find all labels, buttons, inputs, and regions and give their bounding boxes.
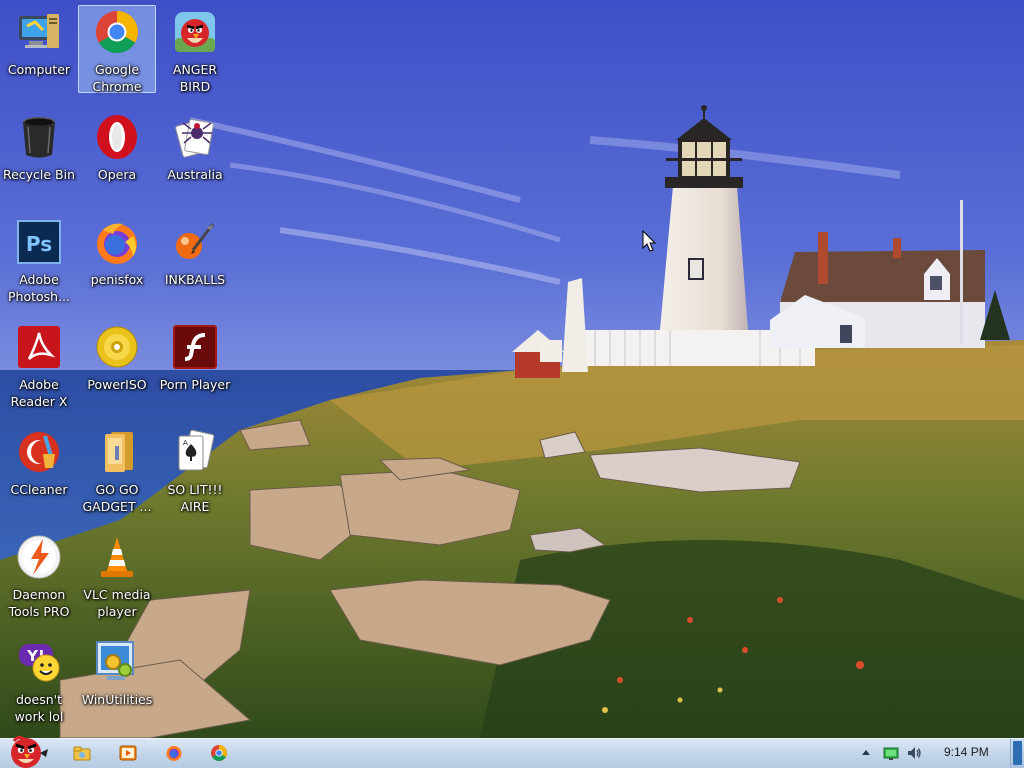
icon-label: INKBALLS — [164, 272, 226, 287]
desktop-icon-google-chrome[interactable]: Google Chrome — [78, 5, 156, 94]
chrome-icon — [93, 8, 141, 56]
firefox-icon — [166, 746, 182, 761]
desktop-icon-go-go-gadget[interactable]: GO GO GADGET ... — [78, 425, 156, 514]
icon-label: GO GO GADGET ... — [82, 482, 152, 514]
icon-label: Porn Player — [159, 377, 231, 392]
mouse-pointer-icon — [642, 230, 657, 252]
desktop-icon-so-lit-aire[interactable]: A SO LIT!!! AIRE — [156, 425, 234, 514]
spider-solitaire-icon — [171, 113, 219, 161]
icon-label: PowerISO — [87, 377, 147, 392]
desktop-icon-vlc[interactable]: VLC media player — [78, 530, 156, 619]
show-desktop-indicator — [1013, 741, 1022, 765]
daemon-tools-icon — [15, 533, 63, 581]
desktop-icon-daemon-tools[interactable]: Daemon Tools PRO — [0, 530, 78, 619]
photoshop-icon: Ps — [15, 218, 63, 266]
taskbar-chrome[interactable] — [207, 742, 231, 764]
icon-label: ANGER BIRD — [172, 62, 218, 94]
icon-label: Adobe Reader X — [10, 377, 68, 409]
firefox-icon — [93, 218, 141, 266]
desktop-icon-australia[interactable]: Australia — [156, 110, 234, 198]
icon-label: CCleaner — [10, 482, 68, 497]
desktop-icon-anger-bird[interactable]: ANGER BIRD — [156, 5, 234, 94]
icon-label: WinUtilities — [81, 692, 153, 707]
taskbar-clock[interactable]: 9:14 PM — [944, 745, 989, 759]
poweriso-icon — [93, 323, 141, 371]
desktop-icon-yahoo-messenger[interactable]: Y! doesn't work lol — [0, 635, 78, 724]
desktop-icon-firefox[interactable]: penisfox — [78, 215, 156, 303]
desktop-icon-winutilities[interactable]: WinUtilities — [78, 635, 156, 723]
desktop-icon-adobe-reader[interactable]: Adobe Reader X — [0, 320, 78, 409]
start-button[interactable] — [2, 733, 50, 769]
icon-label: Daemon Tools PRO — [8, 587, 70, 619]
media-player-icon — [119, 745, 137, 761]
adobe-reader-icon — [15, 323, 63, 371]
svg-text:Ps: Ps — [26, 232, 52, 256]
solitaire-icon: A — [171, 428, 219, 476]
taskbar: 9:14 PM — [0, 735, 1024, 768]
desktop-icon-inkballs[interactable]: INKBALLS — [156, 215, 234, 303]
desktop-icon-ccleaner[interactable]: CCleaner — [0, 425, 78, 513]
network-icon[interactable] — [883, 745, 899, 761]
computer-icon — [15, 8, 63, 56]
desktop-icon-photoshop[interactable]: Ps Adobe Photosh... — [0, 215, 78, 304]
show-desktop-button[interactable] — [1010, 739, 1024, 768]
angry-bird-start-icon — [11, 735, 48, 768]
desktop-icon-recycle-bin[interactable]: Recycle Bin — [0, 110, 78, 198]
angry-bird-icon — [171, 8, 219, 56]
windows-explorer-icon — [73, 746, 91, 761]
icon-label: Google Chrome — [92, 62, 142, 94]
icon-label: Computer — [7, 62, 71, 77]
ccleaner-icon — [15, 428, 63, 476]
chrome-icon — [211, 745, 227, 761]
icon-label: penisfox — [90, 272, 144, 287]
taskbar-media-player[interactable] — [116, 742, 140, 764]
icon-label: Adobe Photosh... — [7, 272, 70, 304]
icon-label: Australia — [167, 167, 223, 182]
icon-label: SO LIT!!! AIRE — [167, 482, 223, 514]
yahoo-messenger-icon: Y! — [15, 638, 63, 686]
desktop-icon-opera[interactable]: Opera — [78, 110, 156, 198]
svg-text:A: A — [183, 439, 188, 447]
flash-player-icon — [171, 323, 219, 371]
recycle-bin-icon — [15, 113, 63, 161]
vlc-icon — [93, 533, 141, 581]
icon-label: VLC media player — [83, 587, 151, 619]
taskbar-firefox[interactable] — [162, 742, 186, 764]
taskbar-windows-explorer[interactable] — [70, 742, 94, 764]
folder-icon — [93, 428, 141, 476]
icon-label: Opera — [97, 167, 137, 182]
desktop-icon-poweriso[interactable]: PowerISO — [78, 320, 156, 408]
desktop-icon-computer[interactable]: Computer — [0, 5, 78, 93]
icon-label: doesn't work lol — [14, 692, 64, 724]
show-hidden-icons-arrow[interactable] — [860, 747, 872, 759]
desktop-icon-porn-player[interactable]: Porn Player — [156, 320, 234, 408]
icon-label: Recycle Bin — [2, 167, 76, 182]
inkball-icon — [171, 218, 219, 266]
winutilities-icon — [93, 638, 141, 686]
volume-icon[interactable] — [906, 745, 922, 761]
opera-icon — [93, 113, 141, 161]
